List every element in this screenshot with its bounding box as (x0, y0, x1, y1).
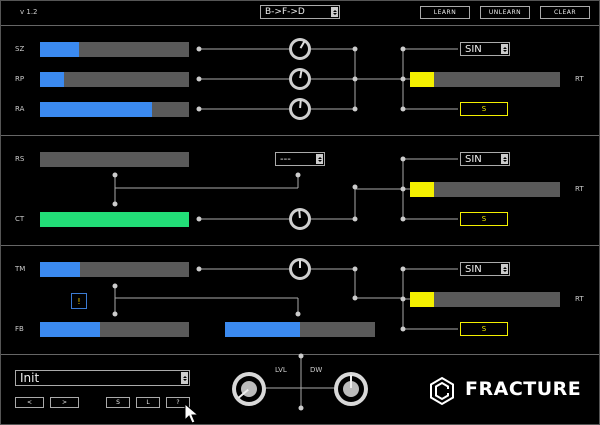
tm-slider[interactable] (40, 262, 189, 277)
ra-slider[interactable] (40, 102, 189, 117)
ct-label: CT (15, 215, 25, 223)
mix-slider[interactable] (225, 322, 375, 337)
fb-label: FB (15, 325, 24, 333)
ra-knob[interactable] (289, 98, 311, 120)
rp-slider[interactable] (40, 72, 189, 87)
tm-label: TM (15, 265, 26, 273)
sz-slider[interactable] (40, 42, 189, 57)
rt-slider-fill (410, 182, 434, 197)
rs-label: RS (15, 155, 25, 163)
knob-pointer-icon (299, 260, 301, 268)
select-arrows-icon (316, 154, 323, 164)
prev-preset-button[interactable]: < (15, 397, 44, 408)
lvl-knob[interactable] (232, 372, 266, 406)
lfo-shape-select-1[interactable]: SIN (460, 42, 510, 56)
rp-label: RP (15, 75, 25, 83)
lfo-shape-value: SIN (465, 263, 482, 275)
dw-knob[interactable] (334, 372, 368, 406)
rp-knob[interactable] (289, 68, 311, 90)
mode-select[interactable]: --- (275, 152, 325, 166)
sync-button-2[interactable]: S (460, 212, 508, 226)
tm-slider-fill (40, 262, 81, 277)
ct-slider[interactable] (40, 212, 189, 227)
dw-label: DW (310, 366, 323, 374)
rt-slider-1[interactable] (410, 72, 560, 87)
rt-slider-2[interactable] (410, 182, 560, 197)
tm-knob[interactable] (289, 258, 311, 280)
rt-slider-3[interactable] (410, 292, 560, 307)
select-arrows-icon (501, 44, 508, 54)
ct-slider-fill (40, 212, 189, 227)
mouse-pointer-icon (184, 403, 200, 424)
next-preset-button[interactable]: > (50, 397, 79, 408)
lfo-shape-select-3[interactable]: SIN (460, 262, 510, 276)
ra-label: RA (15, 105, 25, 113)
rt-label: RT (575, 295, 584, 303)
rs-slider[interactable] (40, 152, 189, 167)
rt-slider-fill (410, 292, 434, 307)
rp-slider-fill (40, 72, 64, 87)
ct-knob[interactable] (289, 208, 311, 230)
rt-label: RT (575, 185, 584, 193)
select-arrows-icon (501, 264, 508, 274)
select-arrows-icon (181, 372, 188, 384)
fb-slider[interactable] (40, 322, 189, 337)
select-arrows-icon (501, 154, 508, 164)
load-preset-button[interactable]: L (136, 397, 160, 408)
lfo-shape-value: SIN (465, 43, 482, 55)
sync-button-3[interactable]: S (460, 322, 508, 336)
sync-button-1[interactable]: S (460, 102, 508, 116)
lfo-shape-value: SIN (465, 153, 482, 165)
sz-knob[interactable] (289, 38, 311, 60)
warning-icon[interactable]: ! (71, 293, 87, 309)
preset-select[interactable]: Init (15, 370, 190, 386)
sz-slider-fill (40, 42, 79, 57)
mix-slider-fill (225, 322, 300, 337)
save-preset-button[interactable]: S (106, 397, 130, 408)
lvl-label: LVL (275, 366, 287, 374)
sz-label: SZ (15, 45, 25, 53)
rt-slider-fill (410, 72, 434, 87)
lfo-shape-select-2[interactable]: SIN (460, 152, 510, 166)
preset-select-value: Init (20, 371, 40, 385)
mode-select-value: --- (280, 153, 291, 165)
brand-logo-text: FRACTURE (465, 378, 582, 400)
fb-slider-fill (40, 322, 100, 337)
ra-slider-fill (40, 102, 152, 117)
rt-label: RT (575, 75, 584, 83)
fracture-logo-icon (430, 376, 454, 406)
knob-pointer-icon (350, 375, 352, 388)
